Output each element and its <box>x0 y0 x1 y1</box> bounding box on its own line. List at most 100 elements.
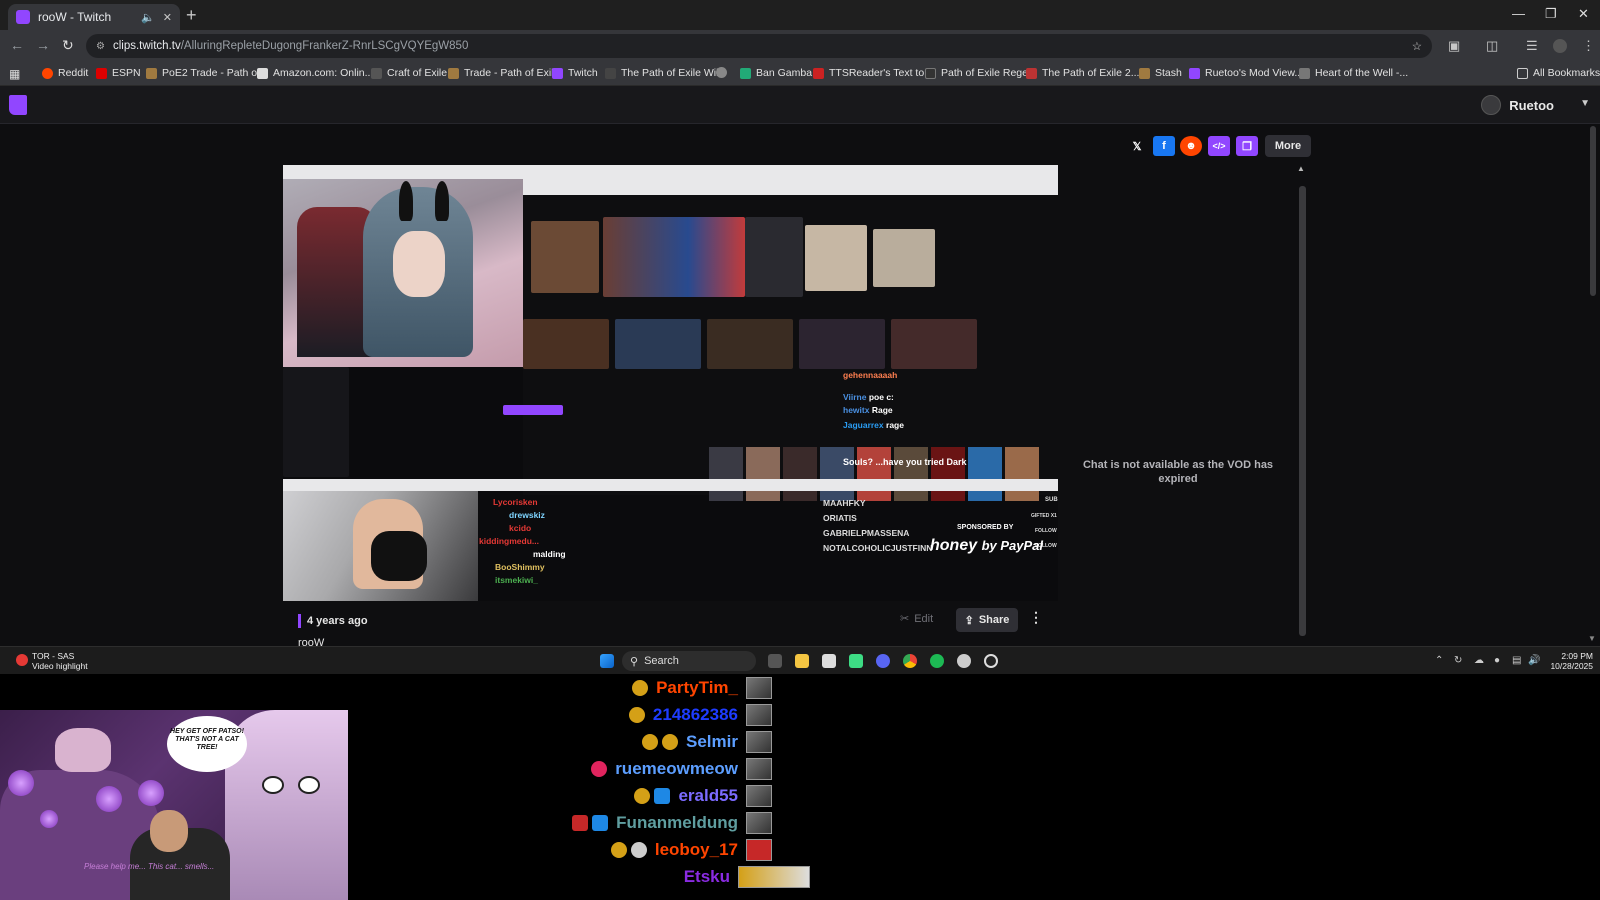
tray-overflow-icon[interactable]: ⌃ <box>1435 655 1443 666</box>
url-host: clips.twitch.tv <box>112 40 181 52</box>
share-button[interactable]: ⇪ Share <box>956 608 1018 632</box>
video-taskbar <box>283 479 1058 491</box>
edit-button[interactable]: ✂ Edit <box>900 612 933 626</box>
bookmark-ttsreader[interactable]: TTSReader's Text to... <box>813 67 933 79</box>
bookmark-espn[interactable]: ESPN <box>96 67 141 79</box>
cloud-icon[interactable]: ☁ <box>1474 655 1484 666</box>
site-info-icon[interactable]: ⚙ <box>96 41 105 52</box>
task-view-icon[interactable] <box>768 654 782 668</box>
bookmark-amazon[interactable]: Amazon.com: Onlin... <box>257 67 373 79</box>
sync-icon[interactable]: ↻ <box>1454 655 1462 666</box>
page-scrollbar[interactable] <box>1590 126 1596 296</box>
network-icon[interactable]: ▤ <box>1512 655 1521 666</box>
media-controls-icon[interactable]: ☰ <box>1526 38 1538 54</box>
share-x-icon[interactable]: 𝕏 <box>1126 136 1148 156</box>
bookmark-mod-view[interactable]: Ruetoo's Mod View... <box>1189 67 1303 79</box>
avatar <box>746 785 772 807</box>
sub-badge-icon <box>630 842 647 858</box>
snipping-tool-icon[interactable] <box>822 654 836 668</box>
bookmark-star-icon[interactable]: ☆ <box>1412 39 1422 53</box>
microphone-icon[interactable]: ● <box>1494 655 1500 666</box>
file-explorer-icon[interactable] <box>795 654 809 668</box>
avatar <box>746 677 772 699</box>
forward-button[interactable]: → <box>36 37 50 53</box>
honey-paypal-logo: SPONSORED BY honey by PayPal <box>930 524 1044 554</box>
cat-badge-icon <box>642 734 659 750</box>
obs-icon[interactable] <box>984 654 998 668</box>
media-widget[interactable]: TOR - SAS Video highlight <box>16 651 88 671</box>
twitch-icon <box>552 67 563 79</box>
cat-badge-icon <box>634 788 651 804</box>
bookmark-trade-poe[interactable]: Trade - Path of Exile <box>448 67 559 79</box>
restore-button[interactable]: ❐ <box>1545 6 1557 22</box>
discord-icon[interactable] <box>876 654 890 668</box>
volume-icon[interactable]: 🔊 <box>1528 655 1540 666</box>
share-reddit-icon[interactable]: ☻ <box>1180 136 1202 156</box>
user-menu[interactable]: Ruetoo <box>1481 95 1554 115</box>
extensions-icon[interactable]: ▣ <box>1448 38 1460 54</box>
subscriber-row: 214862386 <box>628 702 772 728</box>
bookmark-twitch[interactable]: Twitch <box>552 67 598 79</box>
back-button[interactable]: ← <box>10 37 24 53</box>
bookmark-poe-wiki[interactable]: The Path of Exile Wiki <box>605 67 724 79</box>
video-event-type: FOLLOW <box>1035 528 1057 534</box>
chat-panel-scrollbar[interactable] <box>1299 186 1306 636</box>
media-app-icon <box>16 654 28 666</box>
spotify-icon[interactable] <box>930 654 944 668</box>
share-icon: ⇪ <box>964 614 974 627</box>
tab-title: rooW - Twitch <box>38 10 112 24</box>
profile-avatar[interactable] <box>1553 39 1567 53</box>
window-close-button[interactable]: ✕ <box>1578 6 1589 22</box>
scroll-down-arrow-icon[interactable]: ▼ <box>1588 634 1596 643</box>
poe-icon <box>448 67 459 79</box>
player-app-icon[interactable] <box>849 654 863 668</box>
reload-button[interactable]: ↻ <box>62 37 74 54</box>
poe-regex-icon <box>925 67 936 79</box>
twitch-logo-icon[interactable] <box>9 95 27 115</box>
bookmark-poe2-wiki[interactable]: The Path of Exile 2... <box>1026 67 1139 79</box>
new-tab-button[interactable]: + <box>186 5 197 26</box>
address-bar[interactable]: ⚙ clips.twitch.tv/AlluringRepleteDugongF… <box>86 34 1432 58</box>
bookmark-reddit[interactable]: Reddit <box>42 67 88 79</box>
browser-menu-icon[interactable]: ⋮ <box>1582 38 1595 54</box>
cast-icon[interactable]: ◫ <box>1486 38 1498 54</box>
embed-code-icon[interactable]: </> <box>1208 136 1230 156</box>
bookmark-heart-of-well[interactable]: Heart of the Well -... <box>1299 67 1408 79</box>
bookmark-craft-of-exile[interactable]: Craft of Exile <box>371 67 447 79</box>
start-menu-icon[interactable] <box>600 654 614 668</box>
subscriber-row: Funanmeldung <box>572 810 772 836</box>
share-more-button[interactable]: More <box>1265 135 1311 157</box>
taskbar-search[interactable]: ⚲ Search <box>622 651 756 671</box>
video-event-type: GIFTED X1 <box>1031 513 1057 519</box>
browser-tab[interactable]: rooW - Twitch 🔈 ✕ <box>8 4 180 30</box>
sub-badge-icon <box>632 680 649 696</box>
speaker-icon[interactable]: 🔈 <box>141 11 155 24</box>
more-options-icon[interactable]: ⋮ <box>1029 609 1043 626</box>
scroll-up-arrow-icon[interactable]: ▲ <box>1297 164 1305 173</box>
steam-icon[interactable] <box>957 654 971 668</box>
bookmark-poe2-trade[interactable]: PoE2 Trade - Path of... <box>146 67 269 79</box>
minimize-button[interactable]: — <box>1512 6 1525 21</box>
video-chat-line: Souls? ...have you tried Dark <box>843 457 967 467</box>
system-clock[interactable]: 2:09 PM 10/28/2025 <box>1545 651 1593 671</box>
bookmark-globe[interactable] <box>716 67 732 78</box>
copy-link-icon[interactable]: ❐ <box>1236 136 1258 156</box>
bookmark-stash[interactable]: Stash <box>1139 67 1182 79</box>
share-facebook-icon[interactable]: f <box>1153 136 1175 156</box>
cat-badge-icon <box>628 707 645 723</box>
bookmark-poe-regex[interactable]: Path of Exile Regex <box>925 67 1033 79</box>
chrome-icon[interactable] <box>903 654 917 668</box>
poe2-icon <box>1026 67 1037 79</box>
tab-close-icon[interactable]: ✕ <box>163 11 172 24</box>
crown-badge-icon <box>592 815 609 831</box>
bookmark-ban-gamba[interactable]: Ban Gamba <box>740 67 812 79</box>
espn-icon <box>96 67 107 79</box>
heart-of-well-icon <box>1299 67 1310 79</box>
apps-grid-icon[interactable]: ▦ <box>9 67 20 81</box>
clip-video-player[interactable]: gehennaaaah Viirne poe c: hewitx Rage Ja… <box>283 165 1058 601</box>
all-bookmarks-folder[interactable]: All Bookmarks <box>1517 67 1600 79</box>
chevron-down-icon[interactable]: ▼ <box>1580 98 1590 109</box>
video-chat-line: gehennaaaah <box>843 370 898 380</box>
address-toolbar: ← → ↻ ⚙ clips.twitch.tv/AlluringRepleteD… <box>0 30 1600 62</box>
video-chat-line: hewitx Rage <box>843 405 893 415</box>
